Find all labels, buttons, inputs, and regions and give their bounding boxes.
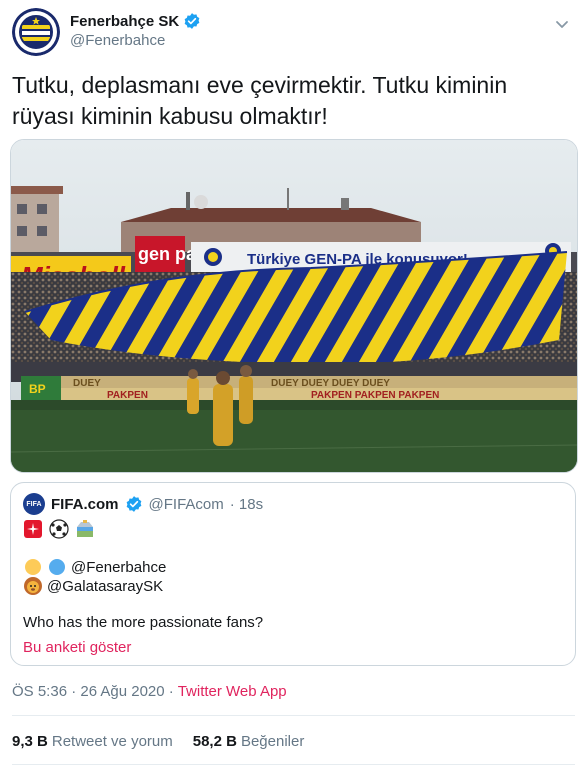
quoted-tweet-header: FIFA FIFA.com @FIFAcom · 18s	[23, 493, 263, 515]
galatasaray-mention[interactable]: @GalatasaraySK	[47, 578, 163, 595]
fifa-avatar[interactable]: FIFA	[23, 493, 45, 515]
author-avatar[interactable]	[12, 8, 60, 56]
likes-label: Beğeniler	[240, 733, 305, 750]
show-poll-link[interactable]: Bu anketi göster	[23, 639, 131, 656]
divider	[12, 764, 575, 765]
verified-badge-icon	[184, 13, 200, 29]
tweet-photo[interactable]: Missboll gen pa Türkiye GEN-PA ile konuş…	[10, 139, 578, 473]
siren-emoji-icon	[24, 520, 42, 538]
tweet-timestamp: ÖS 5:36 · 26 Ağu 2020 · Twitter Web App	[12, 683, 287, 700]
stadium-icon	[77, 520, 93, 537]
quoted-tweet[interactable]: FIFA FIFA.com @FIFAcom · 18s @Fenerbahce…	[10, 482, 576, 666]
quoted-question: Who has the more passionate fans?	[23, 614, 264, 631]
divider	[12, 715, 575, 716]
quoted-time: · 18s	[229, 495, 264, 513]
lion-face-icon	[24, 577, 42, 595]
svg-text:DUEY DUEY DUEY DUEY: DUEY DUEY DUEY DUEY	[271, 378, 390, 389]
likes-stat[interactable]: 58,2 B Beğeniler	[193, 733, 305, 750]
source-app-link[interactable]: Twitter Web App	[178, 683, 287, 700]
fenerbahce-mention-line: @Fenerbahce	[23, 557, 166, 577]
chevron-down-icon[interactable]	[552, 14, 572, 34]
tweet-time[interactable]: ÖS 5:36 · 26 Ağu 2020 ·	[12, 683, 178, 700]
author-name-text: Fenerbahçe SK	[70, 12, 180, 30]
duey-board: DUEY	[73, 378, 101, 389]
retweets-label: Retweet ve yorum	[51, 733, 173, 750]
bp-board: BP	[29, 382, 46, 396]
fenerbahce-mention[interactable]: @Fenerbahce	[71, 559, 166, 576]
tweet-header: Fenerbahçe SK @Fenerbahce	[12, 8, 572, 58]
stadium-photo: Missboll gen pa Türkiye GEN-PA ile konuş…	[11, 140, 577, 472]
galatasaray-mention-line: @GalatasaraySK	[23, 576, 163, 596]
verified-badge-icon	[126, 496, 141, 512]
retweets-stat[interactable]: 9,3 B Retweet ve yorum	[12, 733, 173, 750]
svg-text:PAKPEN PAKPEN PAKPEN: PAKPEN PAKPEN PAKPEN	[311, 390, 439, 401]
blue-circle-icon	[49, 559, 65, 575]
retweets-count: 9,3 B	[12, 733, 48, 750]
fenerbahce-crest-icon	[12, 8, 60, 56]
yellow-circle-icon	[25, 559, 41, 575]
genpa-sign: gen pa	[138, 244, 197, 264]
tweet-text: Tutku, deplasmanı eve çevirmektir. Tutku…	[12, 72, 508, 129]
emoji-row	[23, 519, 95, 539]
tweet-stats: 9,3 B Retweet ve yorum 58,2 B Beğeniler	[12, 733, 304, 750]
author-handle[interactable]: @Fenerbahce	[70, 32, 165, 49]
pakpen-board: PAKPEN	[107, 390, 148, 401]
author-name[interactable]: Fenerbahçe SK	[70, 12, 201, 30]
quoted-author-name[interactable]: FIFA.com	[51, 496, 119, 513]
quoted-author-handle[interactable]: @FIFAcom	[149, 496, 224, 513]
likes-count: 58,2 B	[192, 733, 237, 750]
soccer-ball-icon	[49, 519, 69, 539]
